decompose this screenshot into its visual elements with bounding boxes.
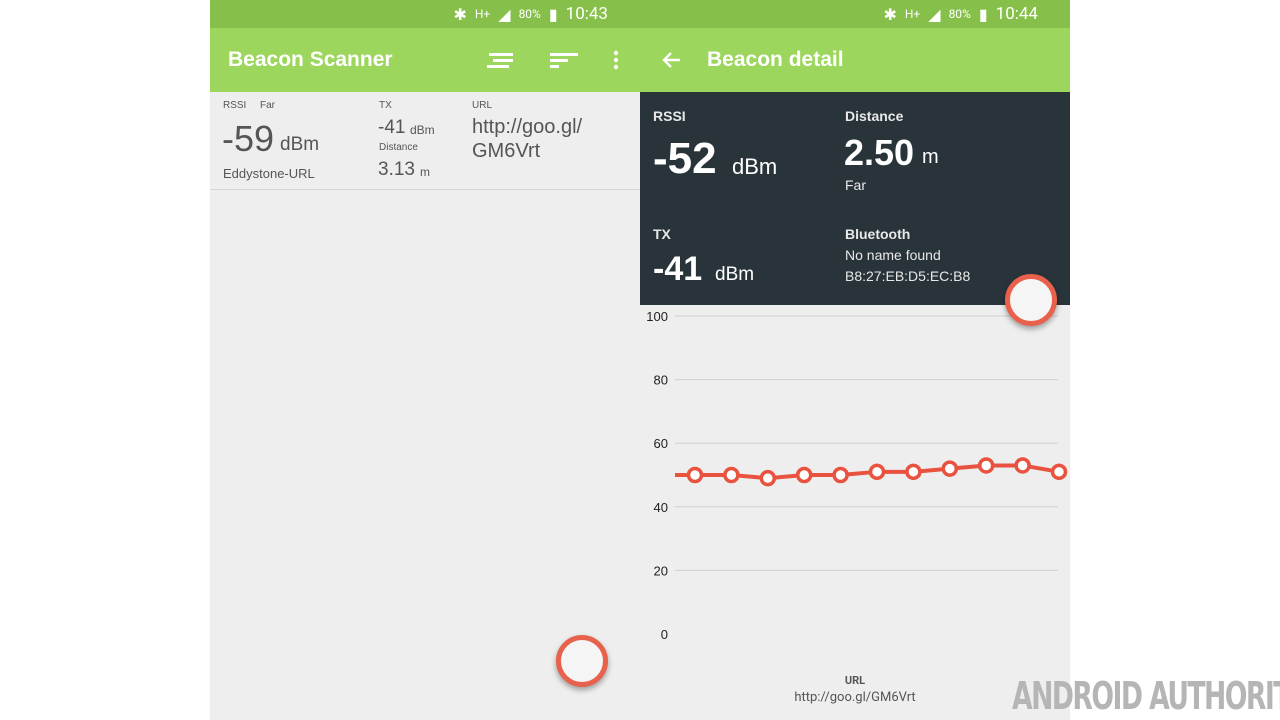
rssi-value: -52 [653,134,717,183]
footer-url-label: URL [844,674,866,687]
filter-icon[interactable] [487,52,515,70]
distance-value: 3.13 [378,159,415,180]
url-line2: GM6Vrt [472,140,541,162]
network-type: H+ [474,7,491,21]
data-point [1014,457,1031,474]
rssi-label: RSSI [223,100,247,111]
rssi-chart: 100 80 60 40 20 0 [646,309,1068,642]
data-point [1050,463,1068,481]
y-tick-label: 60 [654,436,668,451]
tx-value: -41 [653,250,703,288]
status-bar: ✱ H+ ◢ 80% ▮ 10:44 [640,0,1070,28]
data-point [905,463,922,481]
rssi-value: -59 [222,118,275,159]
y-tick-label: 100 [646,309,668,324]
tx-label: TX [379,100,392,111]
data-point [723,466,740,484]
battery-level: 80% [948,7,971,21]
data-point [941,460,959,477]
bluetooth-mac: B8:27:EB:D5:EC:B8 [845,268,971,284]
beacon-list-item[interactable]: RSSI Far -59 dBm Eddystone-URL TX -41 dB… [210,92,640,190]
tx-unit: dBm [410,123,435,137]
scan-fab-button[interactable] [556,635,608,687]
rssi-unit: dBm [280,134,320,155]
signal-icon: ◢ [498,4,511,24]
distance-unit: m [922,146,939,168]
data-point [686,466,704,484]
distance-label: Distance [845,108,904,124]
bluetooth-label: Bluetooth [845,226,911,242]
beacon-type: Eddystone-URL [223,166,315,181]
beacon-detail-screen: ✱ H+ ◢ 80% ▮ 10:44 Beacon detail RSSI -5… [640,0,1070,720]
beacon-scanner-screen: ✱ H+ ◢ 80% ▮ 10:43 Beacon Scanner RSSI F… [210,0,640,720]
y-tick-label: 20 [654,563,668,578]
tx-value: -41 [378,117,406,138]
y-tick-label: 40 [654,500,668,515]
status-bar: ✱ H+ ◢ 80% ▮ 10:43 [210,0,640,28]
bluetooth-icon: ✱ [453,4,467,24]
url-line1: http://goo.gl/ [472,116,583,138]
url-label: URL [472,100,493,111]
tx-label: TX [653,226,671,242]
signal-icon: ◢ [928,4,941,24]
app-title: Beacon Scanner [228,48,393,71]
distance-label: Distance [379,142,418,153]
app-bar: Beacon Scanner [210,28,640,92]
bluetooth-name: No name found [845,247,941,263]
back-arrow-icon[interactable] [661,50,681,70]
battery-icon: ▮ [548,4,558,24]
bluetooth-icon: ✱ [883,4,897,24]
data-point [795,466,813,484]
action-fab-button[interactable] [1005,274,1057,326]
data-point [759,469,777,487]
tx-unit: dBm [715,264,755,285]
app-bar: Beacon detail [640,28,1070,92]
y-tick-label: 80 [654,373,668,388]
more-options-icon[interactable] [612,50,620,70]
network-type: H+ [904,7,921,21]
data-point [832,466,849,484]
footer-url[interactable]: http://goo.gl/GM6Vrt [640,690,1070,705]
rssi-label: RSSI [653,108,686,124]
data-point [868,463,886,481]
beacon-detail-card: RSSI -52 dBm Distance 2.50 m Far TX -41 … [640,92,1070,305]
battery-icon: ▮ [978,4,988,24]
clock: 10:44 [995,4,1038,24]
clock: 10:43 [565,4,608,24]
proximity-label: Far [260,100,275,111]
watermark-logo: ANDROID AUTHORITY [1012,674,1280,718]
app-title: Beacon detail [707,48,844,71]
sort-icon[interactable] [550,52,578,70]
data-point [977,457,995,474]
proximity: Far [845,177,866,193]
distance-value: 2.50 [844,132,915,173]
battery-level: 80% [518,7,541,21]
rssi-unit: dBm [732,154,778,179]
y-tick-label: 0 [661,627,668,642]
distance-unit: m [420,165,430,179]
